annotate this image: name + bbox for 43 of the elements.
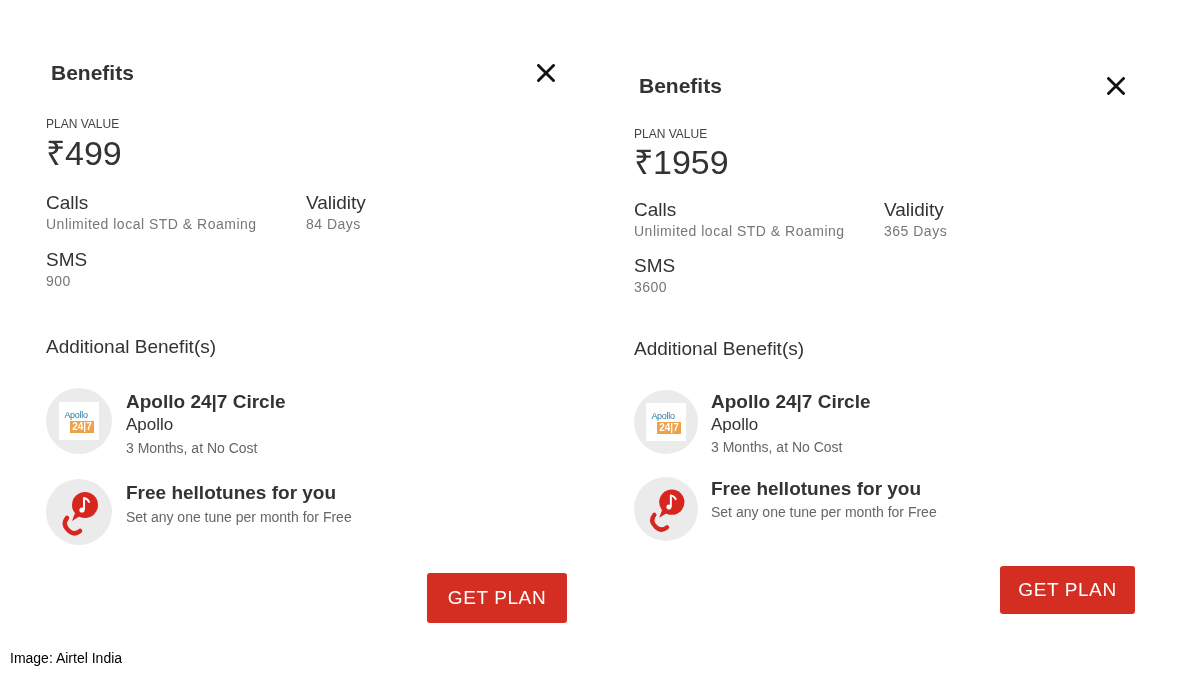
benefit-title: Free hellotunes for you: [126, 481, 338, 505]
detail-value: Unlimited local STD & Roaming: [634, 222, 846, 240]
benefit-title: Apollo 24|7 Circle: [126, 390, 286, 414]
plan-price: ₹1959: [634, 142, 730, 182]
detail-label: SMS: [46, 249, 89, 271]
detail-value: 3600: [634, 278, 669, 296]
image-credit: Image: Airtel India: [10, 650, 123, 666]
logo-wordmark: Apollo: [64, 409, 88, 420]
section-heading: Additional Benefit(s): [46, 335, 218, 359]
logo-wordmark: Apollo: [651, 410, 675, 421]
detail-value: 365 Days: [884, 222, 949, 240]
detail-value: 84 Days: [306, 215, 362, 233]
benefit-provider: Apollo: [711, 414, 760, 436]
phone-music-note-icon: [46, 479, 112, 545]
detail-label: Validity: [306, 192, 367, 214]
benefit-title: Apollo 24|7 Circle: [711, 390, 871, 414]
logo-number: 24|7: [70, 420, 94, 433]
detail-label: SMS: [634, 255, 677, 277]
benefit-note: 3 Months, at No Cost: [126, 439, 259, 457]
benefit-provider: Apollo: [126, 414, 175, 436]
close-icon: [1107, 77, 1125, 95]
get-plan-button[interactable]: GET PLAN: [1000, 566, 1135, 614]
detail-label: Calls: [46, 192, 90, 214]
logo-number: 24|7: [657, 421, 681, 434]
plan-value-label: PLAN VALUE: [46, 116, 121, 132]
section-heading: Additional Benefit(s): [634, 337, 806, 361]
panel-title: Benefits: [51, 60, 134, 86]
panel-title: Benefits: [639, 73, 722, 99]
benefit-note: Set any one tune per month for Free: [711, 503, 937, 521]
close-button[interactable]: [537, 64, 555, 82]
phone-music-note-icon: [634, 477, 698, 541]
plan-value-label: PLAN VALUE: [634, 126, 709, 142]
detail-label: Calls: [634, 199, 678, 221]
benefit-note: Set any one tune per month for Free: [126, 508, 352, 526]
close-icon: [537, 64, 555, 82]
detail-label: Validity: [884, 199, 945, 221]
plan-price: ₹499: [46, 133, 123, 173]
close-button[interactable]: [1107, 77, 1125, 95]
detail-value: Unlimited local STD & Roaming: [46, 215, 258, 233]
benefit-title: Free hellotunes for you: [711, 477, 923, 501]
detail-value: 900: [46, 272, 72, 290]
get-plan-button[interactable]: GET PLAN: [427, 573, 567, 623]
benefit-note: 3 Months, at No Cost: [711, 438, 844, 456]
